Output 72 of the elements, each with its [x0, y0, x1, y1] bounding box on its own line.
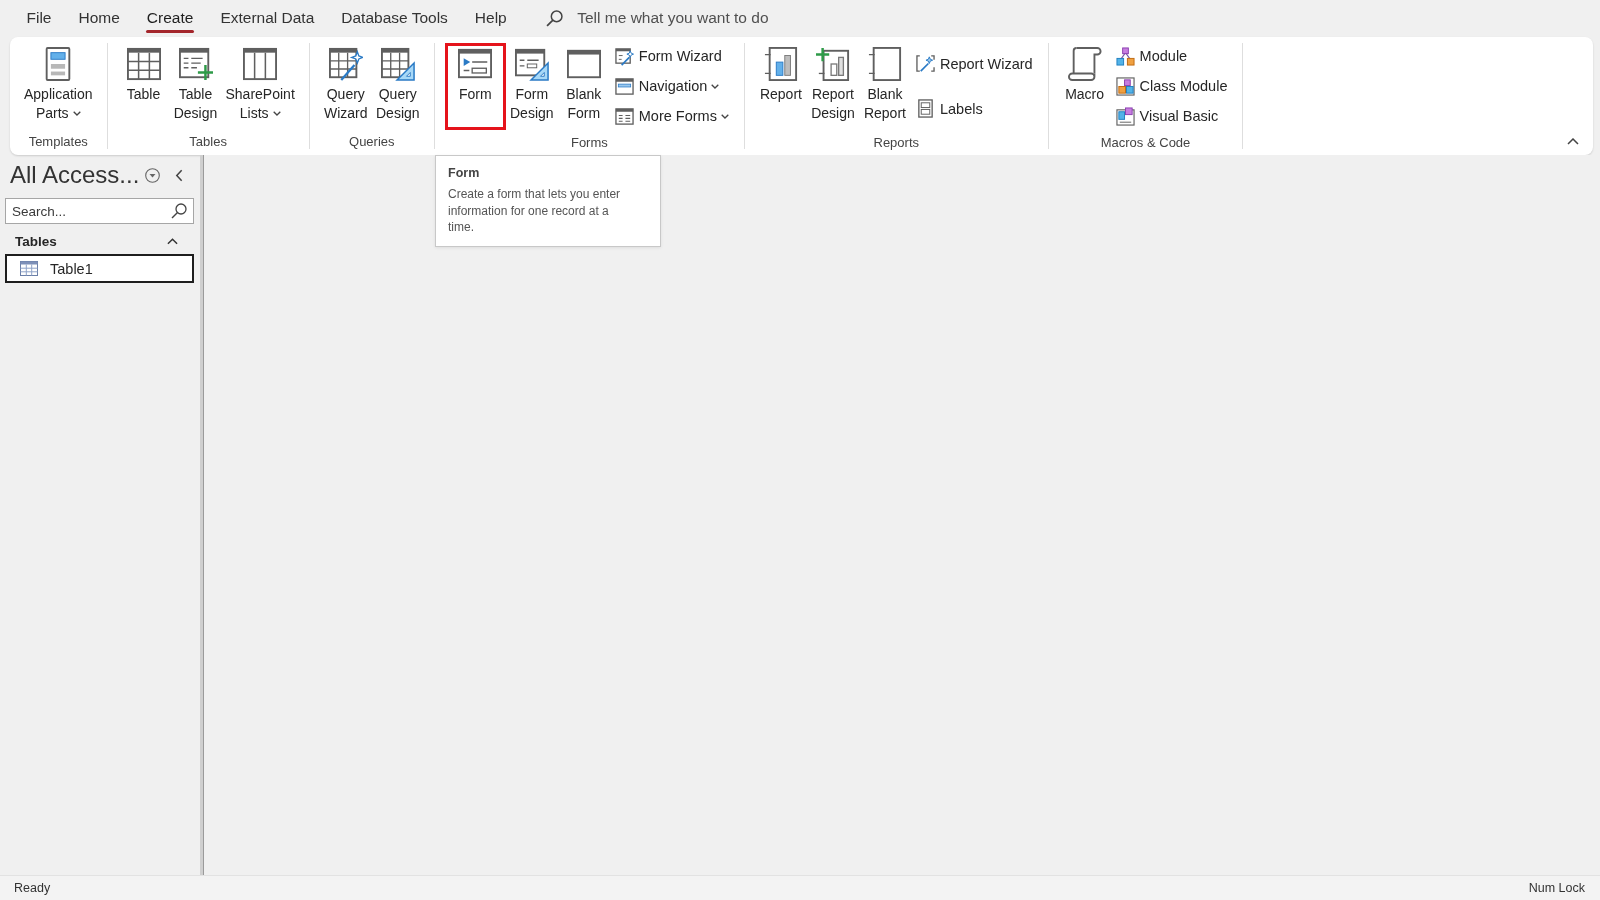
- menu-tab[interactable]: External Data: [206, 0, 328, 36]
- cubes-window-icon: [1115, 106, 1135, 126]
- chart-plus-icon: [815, 47, 850, 81]
- ribbon-button[interactable]: Module: [1110, 41, 1233, 71]
- dropdown-circle-icon[interactable]: [145, 167, 161, 183]
- ribbon-group-label: Macros & Code: [1100, 134, 1191, 152]
- frame-wand-icon: [915, 54, 935, 73]
- framed-cubes-icon: [1115, 76, 1135, 96]
- ribbon-button[interactable]: Form: [444, 43, 506, 130]
- ribbon-button[interactable]: Report Wizard: [910, 48, 1038, 79]
- scroll-icon: [1067, 47, 1102, 81]
- ribbon-button[interactable]: Query Wizard: [319, 43, 372, 130]
- search-icon[interactable]: [171, 203, 187, 219]
- status-text: Num Lock: [1528, 881, 1585, 895]
- ribbon-button[interactable]: More Forms: [609, 101, 734, 131]
- ribbon-group-label: Reports: [873, 134, 920, 152]
- tooltip-title: Form: [448, 166, 481, 180]
- menu-tab[interactable]: Home: [65, 0, 134, 36]
- stacked-boxes-icon: [915, 99, 935, 118]
- ribbon-button[interactable]: Table: [117, 43, 170, 130]
- chevron-left-icon[interactable]: [175, 168, 184, 182]
- caret-down-icon: [72, 111, 81, 116]
- caret-down-icon: [272, 111, 281, 116]
- ribbon-button[interactable]: Query Design: [371, 43, 424, 130]
- columns-icon: [243, 47, 278, 81]
- ribbon-button[interactable]: Blank Report: [858, 43, 911, 130]
- menu-tab[interactable]: Help: [461, 0, 521, 36]
- table-plus-icon: [178, 47, 213, 81]
- table-wand-icon: [328, 47, 363, 81]
- caret-down-icon: [720, 113, 729, 119]
- ribbon-button[interactable]: Report: [754, 43, 807, 130]
- window-grid-icon: [614, 106, 634, 126]
- chevron-up-icon[interactable]: [1567, 138, 1579, 145]
- group-header[interactable]: Tables: [0, 230, 200, 252]
- bar-chart-icon: [763, 47, 798, 81]
- search-field[interactable]: Search...: [5, 198, 194, 224]
- table-icon: [20, 261, 38, 276]
- form-wand-icon: [614, 46, 634, 66]
- ribbon-button[interactable]: Class Module: [1110, 71, 1233, 101]
- ribbon-button[interactable]: Table Design: [169, 43, 222, 130]
- ribbon-button[interactable]: Report Design: [806, 43, 859, 130]
- search-icon[interactable]: [546, 9, 564, 27]
- blank-window-icon: [566, 47, 601, 81]
- ribbon-button[interactable]: Navigation: [609, 71, 734, 101]
- window-icon: [614, 76, 634, 96]
- ribbon-button[interactable]: Form Design: [505, 43, 558, 130]
- tell-me-field[interactable]: Tell me what you want to do: [577, 7, 858, 29]
- tooltip-text: Create a form that lets you enter information for one record at a time.: [448, 186, 622, 236]
- status-text: Ready: [14, 881, 51, 895]
- table-icon: [126, 47, 161, 81]
- form-icon: [458, 47, 493, 81]
- ribbon-group-label: Tables: [189, 133, 227, 151]
- menu-tab[interactable]: Database Tools: [327, 0, 462, 36]
- ribbon-button[interactable]: Labels: [910, 93, 1038, 124]
- ribbon-group-label: Queries: [349, 133, 395, 151]
- caret-down-icon: [711, 83, 720, 89]
- table-ruler-icon: [380, 47, 415, 81]
- ribbon-button[interactable]: Application Parts: [20, 43, 97, 130]
- menu-tab[interactable]: File: [13, 0, 65, 36]
- ribbon-button[interactable]: SharePoint Lists: [221, 43, 299, 130]
- ribbon-group-label: Templates: [28, 133, 88, 151]
- nav-item[interactable]: Table1: [5, 254, 194, 283]
- ribbon-button[interactable]: Visual Basic: [1110, 101, 1233, 131]
- cubes-icon: [1115, 46, 1135, 66]
- menu-tab[interactable]: Create: [133, 0, 207, 36]
- pane-title: All Access...: [10, 161, 140, 189]
- form-ruler-icon: [514, 47, 549, 81]
- ribbon-group-label: Forms: [570, 134, 608, 152]
- ribbon-button[interactable]: Form Wizard: [609, 41, 734, 71]
- ribbon-button[interactable]: Blank Form: [557, 43, 610, 130]
- blank-page-icon: [867, 47, 902, 81]
- ribbon-button[interactable]: Macro: [1058, 43, 1111, 130]
